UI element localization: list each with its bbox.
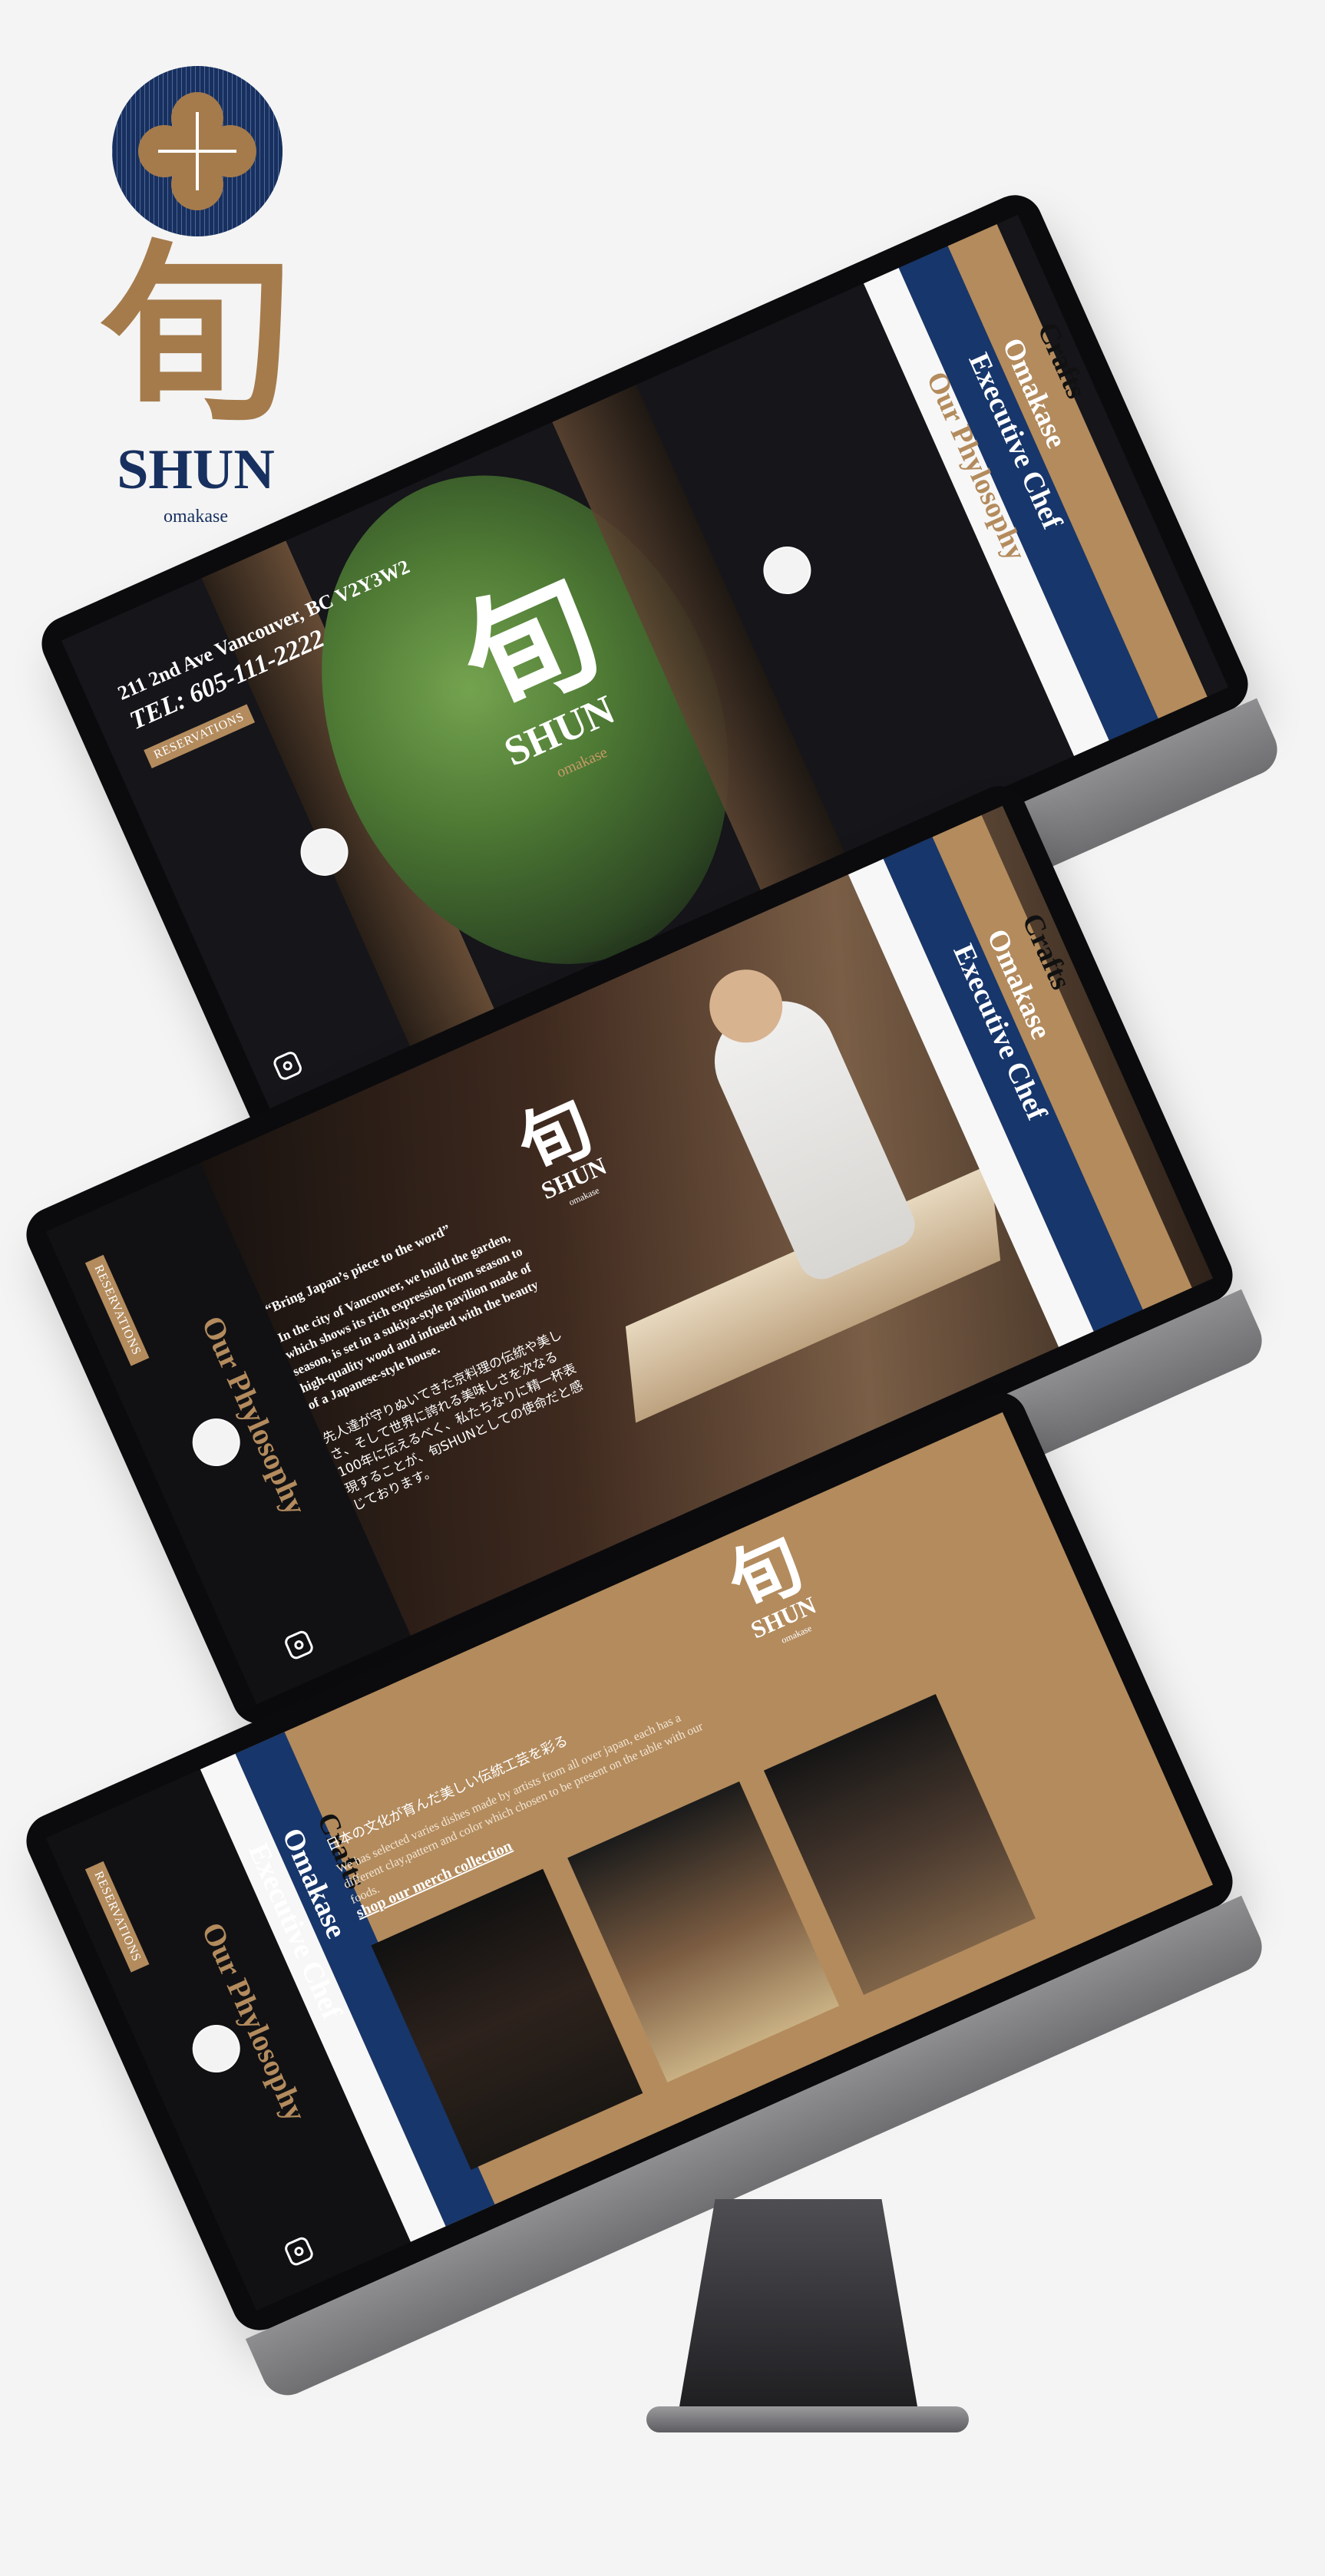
instagram-icon[interactable]: [271, 1049, 304, 1082]
flower-icon: [112, 66, 283, 236]
monitor-stand-neck: [679, 2199, 917, 2406]
vertical-menu: Crafts Omakase Executive Chef Our Phylos…: [863, 215, 1228, 756]
brand-kanji: 旬: [100, 221, 292, 447]
brand-name: SHUN: [117, 438, 275, 501]
flower-icon: [755, 539, 819, 602]
monitor-stand-base: [646, 2406, 969, 2432]
brand-block: 旬 SHUN omakase: [84, 61, 307, 537]
